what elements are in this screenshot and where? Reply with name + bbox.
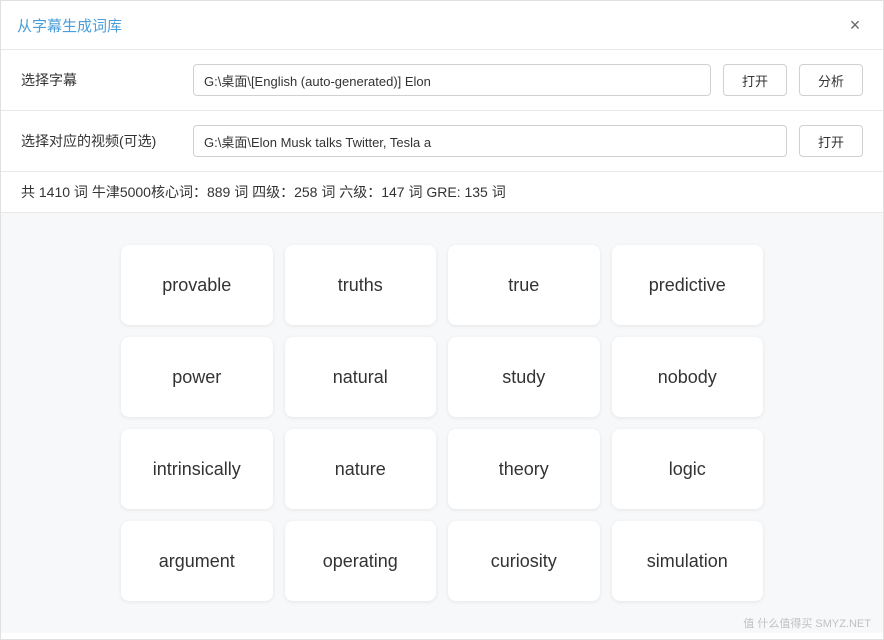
- word-card[interactable]: argument: [121, 521, 273, 601]
- title-bar: 从字幕生成词库 ×: [1, 1, 883, 50]
- close-button[interactable]: ×: [843, 13, 867, 37]
- word-card[interactable]: nature: [285, 429, 437, 509]
- open-video-button[interactable]: 打开: [799, 125, 863, 157]
- words-grid: provabletruthstruepredictive powernatural…: [61, 229, 823, 617]
- word-card[interactable]: theory: [448, 429, 600, 509]
- video-label: 选择对应的视频(可选): [21, 131, 181, 151]
- subtitle-input[interactable]: G:\桌面\[English (auto-generated)] Elon: [193, 64, 711, 96]
- word-card[interactable]: logic: [612, 429, 764, 509]
- word-card[interactable]: truths: [285, 245, 437, 325]
- word-card[interactable]: curiosity: [448, 521, 600, 601]
- word-card[interactable]: simulation: [612, 521, 764, 601]
- word-card[interactable]: study: [448, 337, 600, 417]
- subtitle-label: 选择字幕: [21, 70, 181, 90]
- word-card[interactable]: natural: [285, 337, 437, 417]
- form-section: 选择字幕 G:\桌面\[English (auto-generated)] El…: [1, 50, 883, 172]
- word-card[interactable]: operating: [285, 521, 437, 601]
- words-area: provabletruthstruepredictive powernatural…: [1, 213, 883, 633]
- word-card[interactable]: nobody: [612, 337, 764, 417]
- subtitle-row: 选择字幕 G:\桌面\[English (auto-generated)] El…: [1, 50, 883, 111]
- window-title: 从字幕生成词库: [17, 15, 122, 36]
- watermark: 值 什么值得买 SMYZ.NET: [743, 615, 871, 631]
- open-subtitle-button[interactable]: 打开: [723, 64, 787, 96]
- video-input[interactable]: G:\桌面\Elon Musk talks Twitter, Tesla a: [193, 125, 787, 157]
- word-card[interactable]: power: [121, 337, 273, 417]
- stats-text: 共 1410 词 牛津5000核心词：889 词 四级：258 词 六级：147…: [21, 184, 506, 200]
- analyze-button[interactable]: 分析: [799, 64, 863, 96]
- word-card[interactable]: provable: [121, 245, 273, 325]
- word-card[interactable]: predictive: [612, 245, 764, 325]
- word-card[interactable]: intrinsically: [121, 429, 273, 509]
- word-card[interactable]: true: [448, 245, 600, 325]
- video-row: 选择对应的视频(可选) G:\桌面\Elon Musk talks Twitte…: [1, 111, 883, 172]
- main-window: 从字幕生成词库 × 选择字幕 G:\桌面\[English (auto-gene…: [0, 0, 884, 640]
- stats-bar: 共 1410 词 牛津5000核心词：889 词 四级：258 词 六级：147…: [1, 172, 883, 213]
